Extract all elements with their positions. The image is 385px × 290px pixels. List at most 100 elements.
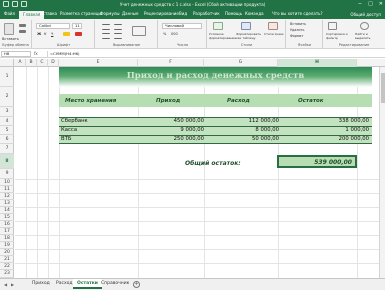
align-center-icon[interactable]: [114, 33, 122, 39]
row-header-23[interactable]: 23: [0, 270, 14, 278]
cell-styles-button[interactable]: Стили ячеек: [264, 32, 284, 36]
sheet-tab-income[interactable]: Приход: [28, 279, 54, 289]
row-header-17[interactable]: 17: [0, 228, 14, 235]
row-header-19[interactable]: 19: [0, 242, 14, 249]
percent-button[interactable]: %: [163, 32, 166, 36]
paste-icon[interactable]: [4, 23, 14, 35]
column-header-d[interactable]: D: [48, 59, 59, 67]
font-color-icon[interactable]: [75, 32, 82, 36]
cell-place[interactable]: Сбербанк: [61, 118, 88, 124]
close-button[interactable]: ✕: [379, 1, 383, 7]
row-header-20[interactable]: 20: [0, 249, 14, 256]
tab-developer[interactable]: Разработчик: [193, 11, 220, 19]
tab-review[interactable]: Рецензирование: [144, 11, 179, 19]
font-name-select[interactable]: Calibri: [36, 23, 70, 29]
find-select-icon[interactable]: [360, 22, 369, 30]
fill-color-icon[interactable]: [63, 32, 70, 36]
tab-page-layout[interactable]: Разметка страницы: [60, 11, 102, 19]
add-sheet-button[interactable]: +: [133, 281, 140, 288]
format-as-table-icon[interactable]: [241, 22, 251, 30]
row-header-16[interactable]: 16: [0, 221, 14, 228]
column-header-g[interactable]: G: [204, 59, 278, 67]
row-header-11[interactable]: 11: [0, 186, 14, 193]
select-all-corner[interactable]: [0, 59, 14, 67]
cell-income[interactable]: 9 000,00: [180, 127, 204, 133]
sort-filter-button[interactable]: Сортировка и фильтр: [326, 32, 352, 40]
maximize-button[interactable]: □: [368, 1, 373, 7]
row-header-5[interactable]: 5: [0, 126, 14, 135]
scrollbar-thumb[interactable]: [381, 73, 385, 103]
cell-expense[interactable]: 112 000,00: [249, 118, 279, 124]
column-header-a[interactable]: A: [15, 59, 26, 67]
redo-icon[interactable]: [21, 1, 27, 7]
save-icon[interactable]: [3, 1, 9, 7]
copy-icon[interactable]: [19, 30, 26, 33]
bold-button[interactable]: Ж: [37, 32, 41, 36]
cut-icon[interactable]: [19, 24, 26, 27]
row-header-8[interactable]: 8: [0, 154, 14, 169]
conditional-formatting-icon[interactable]: [213, 22, 223, 30]
cell-income[interactable]: 450 000,00: [174, 118, 204, 124]
undo-icon[interactable]: [12, 1, 18, 7]
cell-balance[interactable]: 1 000,00: [345, 127, 369, 133]
italic-button[interactable]: К: [44, 32, 47, 36]
row-header-18[interactable]: 18: [0, 235, 14, 242]
row-header-4[interactable]: 4: [0, 117, 14, 126]
cell-expense[interactable]: 50 000,00: [252, 136, 279, 142]
insert-cells-button[interactable]: Вставить: [290, 22, 306, 26]
format-as-table-button[interactable]: Форматировать как таблицу: [236, 32, 261, 40]
minimize-button[interactable]: −: [358, 1, 362, 7]
row-header-2[interactable]: 2: [0, 87, 14, 107]
tell-me-search[interactable]: Что вы хотите сделать?: [272, 11, 323, 19]
column-header-e[interactable]: E: [59, 59, 138, 67]
column-header-h[interactable]: H: [278, 59, 357, 67]
tab-data[interactable]: Данные: [122, 11, 138, 19]
align-top-icon[interactable]: [102, 24, 110, 30]
row-header-6[interactable]: 6: [0, 135, 14, 144]
column-header-f[interactable]: F: [138, 59, 204, 67]
find-select-button[interactable]: Найти и выделить: [355, 32, 382, 40]
row-header-14[interactable]: 14: [0, 207, 14, 214]
function-icon[interactable]: fx: [34, 51, 38, 56]
row-header-1[interactable]: 1: [0, 67, 14, 87]
cell-styles-icon[interactable]: [268, 22, 278, 30]
conditional-formatting-button[interactable]: Условное форматирование: [209, 32, 236, 40]
row-header-9[interactable]: 9: [0, 169, 14, 179]
font-size-select[interactable]: 11: [72, 23, 82, 29]
align-left-icon[interactable]: [102, 33, 110, 39]
next-sheet-icon[interactable]: ▶: [11, 282, 14, 287]
share-button[interactable]: Общий доступ: [350, 12, 381, 17]
tab-file[interactable]: Файл: [4, 11, 15, 19]
row-header-21[interactable]: 21: [0, 256, 14, 263]
column-header-c[interactable]: C: [37, 59, 48, 67]
vertical-scrollbar[interactable]: [379, 67, 385, 278]
merge-center-icon[interactable]: [132, 26, 146, 36]
number-format-select[interactable]: Числовой: [162, 23, 202, 29]
delete-cells-button[interactable]: Удалить: [290, 28, 304, 32]
row-header-22[interactable]: 22: [0, 263, 14, 270]
formula-input[interactable]: =СУММ(H4:H6): [47, 51, 383, 57]
cell-income[interactable]: 250 000,00: [174, 136, 204, 142]
row-header-10[interactable]: 10: [0, 179, 14, 186]
row-header-7[interactable]: 7: [0, 144, 14, 154]
cell-balance[interactable]: 200 000,00: [339, 136, 369, 142]
format-cells-button[interactable]: Формат: [290, 34, 303, 38]
tab-help[interactable]: Помощь: [225, 11, 242, 19]
sheet-tab-reference[interactable]: Справочник: [97, 279, 133, 289]
tab-team[interactable]: Команда: [245, 11, 264, 19]
cell-place[interactable]: ВТБ: [61, 136, 72, 142]
row-header-12[interactable]: 12: [0, 193, 14, 200]
thousands-button[interactable]: 000: [171, 32, 178, 36]
tab-insert[interactable]: Вставка: [40, 11, 57, 19]
name-box[interactable]: H8: [1, 51, 31, 57]
cell-expense[interactable]: 8 000,00: [255, 127, 279, 133]
row-header-13[interactable]: 13: [0, 200, 14, 207]
row-header-3[interactable]: 3: [0, 107, 14, 117]
align-middle-icon[interactable]: [114, 24, 122, 30]
prev-sheet-icon[interactable]: ◀: [4, 282, 7, 287]
row-header-15[interactable]: 15: [0, 214, 14, 221]
column-header-b[interactable]: B: [26, 59, 37, 67]
cell-place[interactable]: Касса: [61, 127, 77, 133]
cell-balance[interactable]: 338 000,00: [339, 118, 369, 124]
tab-view[interactable]: Вид: [179, 11, 187, 19]
